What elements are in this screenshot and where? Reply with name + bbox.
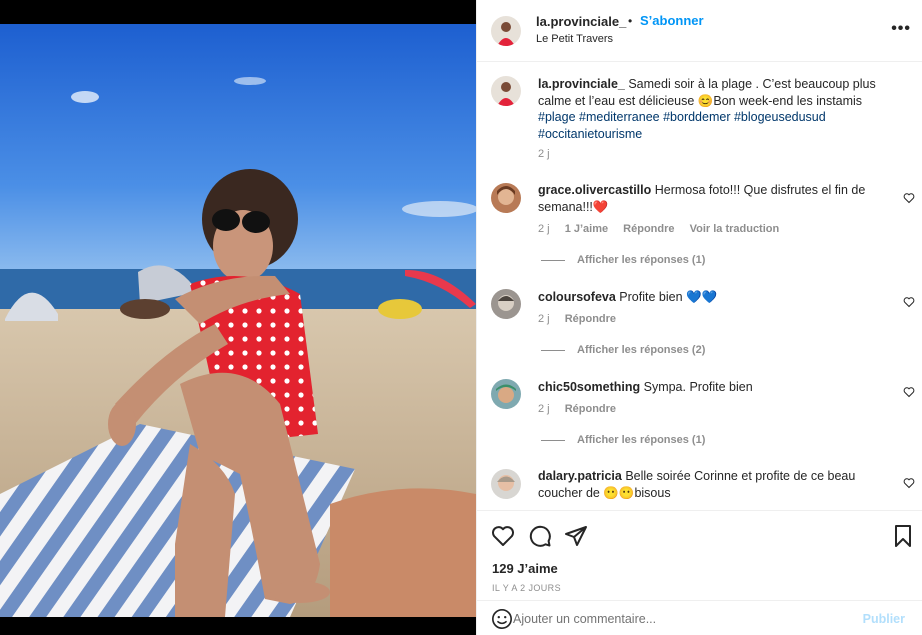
reply-button[interactable]: Répondre xyxy=(623,223,674,235)
view-replies-label: Afficher les réponses (1) xyxy=(577,254,706,266)
comment-body: Sympa. Profite bien xyxy=(643,380,753,394)
caption-meta: 2 j xyxy=(538,148,562,160)
comments-list[interactable]: la.provinciale_ Samedi soir à la plage .… xyxy=(477,63,922,509)
comment-avatar[interactable] xyxy=(491,289,521,319)
post-timestamp[interactable]: IL Y A 2 JOURS xyxy=(492,583,561,593)
post-photo[interactable] xyxy=(0,24,476,617)
replies-divider xyxy=(541,349,565,351)
comment-text: chic50something Sympa. Profite bien xyxy=(538,379,898,396)
comment-heart-icon[interactable] xyxy=(903,296,915,308)
avatar-image xyxy=(491,16,521,46)
comment-avatar[interactable] xyxy=(491,379,521,409)
author-avatar[interactable] xyxy=(491,16,521,46)
post-header: la.provinciale_ • S’abonner Le Petit Tra… xyxy=(477,0,922,62)
more-icon[interactable]: ••• xyxy=(891,20,911,38)
comment-body: Profite bien 💙💙 xyxy=(619,290,718,304)
avatar-image xyxy=(491,289,521,319)
comment-icon[interactable] xyxy=(528,524,552,548)
comment-username[interactable]: dalary.patricia xyxy=(538,469,622,483)
comment-text: grace.olivercastillo Hermosa foto!!! Que… xyxy=(538,182,898,215)
heart-icon[interactable] xyxy=(491,524,515,548)
comment-heart-icon[interactable] xyxy=(903,386,915,398)
comment-input[interactable] xyxy=(513,607,843,631)
reply-button[interactable]: Répondre xyxy=(565,403,616,415)
publish-button[interactable]: Publier xyxy=(863,612,905,626)
post-actions: 129 J’aime IL Y A 2 JOURS xyxy=(477,510,922,600)
replies-divider xyxy=(541,439,565,441)
view-replies-label: Afficher les réponses (1) xyxy=(577,434,706,446)
view-replies-button[interactable]: Afficher les réponses (2) xyxy=(541,344,705,356)
avatar-image xyxy=(491,379,521,409)
view-replies-button[interactable]: Afficher les réponses (1) xyxy=(541,254,705,266)
replies-divider xyxy=(541,259,565,261)
caption-time[interactable]: 2 j xyxy=(538,148,550,160)
bookmark-icon[interactable] xyxy=(891,524,915,548)
comment-avatar[interactable] xyxy=(491,183,521,213)
comment-heart-icon[interactable] xyxy=(903,477,915,489)
comment-text: coloursofeva Profite bien 💙💙 xyxy=(538,289,898,306)
caption-avatar[interactable] xyxy=(491,76,521,106)
comment-time[interactable]: 2 j xyxy=(538,223,550,235)
photo-panel xyxy=(0,0,476,635)
comment-likes[interactable]: 1 J’aime xyxy=(565,223,608,235)
comment-meta: 2 j 1 J’aime Répondre Voir la traduction xyxy=(538,223,791,235)
share-icon[interactable] xyxy=(564,524,588,548)
comment-text: dalary.patricia Belle soirée Corinne et … xyxy=(538,468,898,501)
view-replies-label: Afficher les réponses (2) xyxy=(577,344,706,356)
post-location[interactable]: Le Petit Travers xyxy=(536,33,613,45)
comment-meta: 2 j Répondre xyxy=(538,403,628,415)
caption-username[interactable]: la.provinciale_ xyxy=(538,77,625,91)
avatar-image xyxy=(491,469,521,499)
avatar-image xyxy=(491,183,521,213)
comment-meta: 2 j Répondre xyxy=(538,313,628,325)
author-username[interactable]: la.provinciale_ xyxy=(536,14,626,29)
caption-text: la.provinciale_ Samedi soir à la plage .… xyxy=(538,76,898,142)
avatar-image xyxy=(491,76,521,106)
emoji-icon[interactable] xyxy=(491,608,513,630)
reply-button[interactable]: Répondre xyxy=(565,313,616,325)
comment-username[interactable]: grace.olivercastillo xyxy=(538,183,651,197)
translate-button[interactable]: Voir la traduction xyxy=(690,223,780,235)
beach-photo-illustration xyxy=(0,24,476,617)
comment-time[interactable]: 2 j xyxy=(538,313,550,325)
comment-username[interactable]: coloursofeva xyxy=(538,290,616,304)
comment-avatar[interactable] xyxy=(491,469,521,499)
caption-hashtags[interactable]: #plage #mediterranee #borddemer #blogeus… xyxy=(538,110,826,141)
post-side-panel: la.provinciale_ • S’abonner Le Petit Tra… xyxy=(476,0,922,635)
follow-button[interactable]: S’abonner xyxy=(640,13,704,28)
view-replies-button[interactable]: Afficher les réponses (1) xyxy=(541,434,705,446)
likes-count[interactable]: 129 J’aime xyxy=(492,561,558,576)
comment-heart-icon[interactable] xyxy=(903,192,915,204)
comment-time[interactable]: 2 j xyxy=(538,403,550,415)
comment-username[interactable]: chic50something xyxy=(538,380,640,394)
comment-composer: Publier xyxy=(477,600,922,635)
separator-dot: • xyxy=(628,14,633,28)
